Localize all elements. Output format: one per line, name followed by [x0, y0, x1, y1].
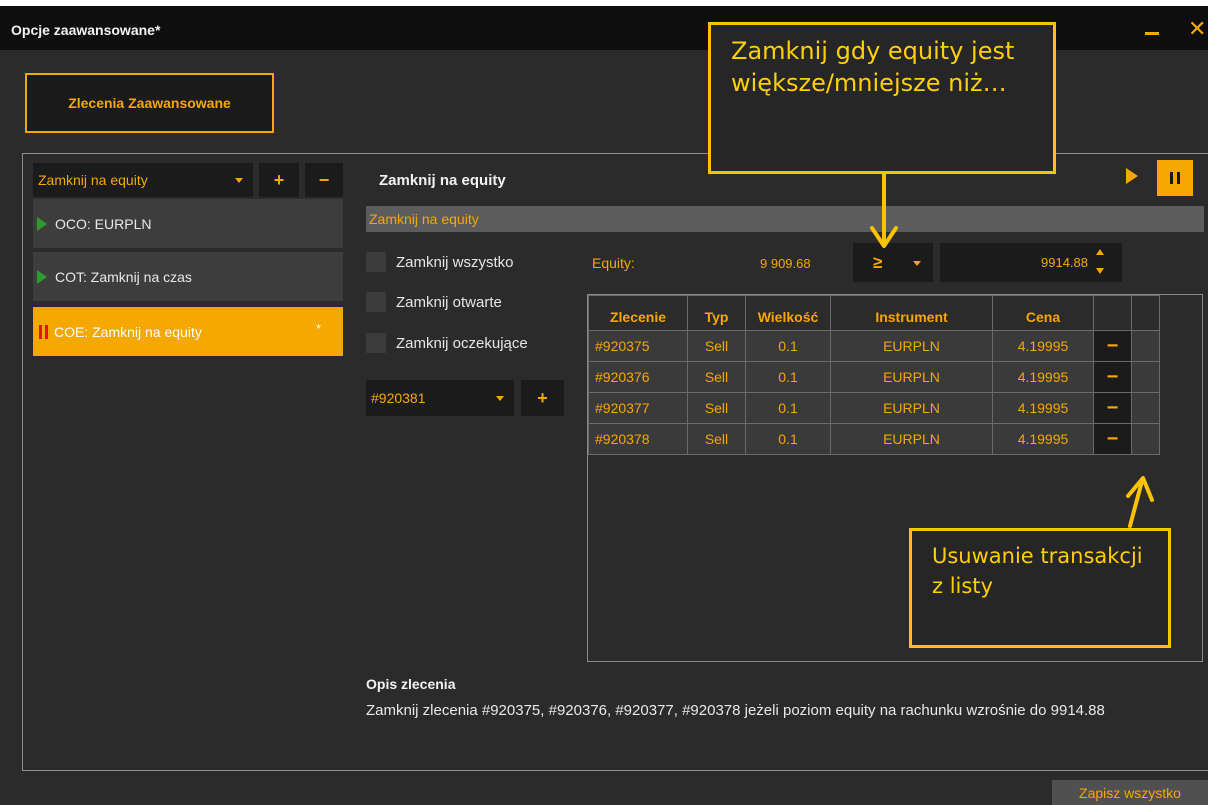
chevron-down-icon: [235, 178, 243, 183]
table-cell-empty: [1131, 392, 1160, 424]
add-order-button[interactable]: +: [259, 163, 299, 197]
description-text: Zamknij zlecenia #920375, #920376, #9203…: [366, 702, 1105, 719]
play-icon: [37, 216, 47, 231]
table-cell: #920378: [588, 423, 688, 455]
chevron-down-icon: [496, 396, 504, 401]
table-cell: 4.19995: [992, 361, 1094, 393]
orders-table: Zlecenie Typ Wielkość Instrument Cena #9…: [588, 295, 1160, 455]
table-cell: 0.1: [745, 330, 831, 362]
table-cell: 4.19995: [992, 423, 1094, 455]
pause-button[interactable]: [1157, 160, 1193, 196]
plus-icon: +: [537, 387, 548, 408]
column-header[interactable]: Zlecenie: [588, 295, 688, 331]
table-cell: Sell: [687, 361, 746, 393]
minimize-icon[interactable]: [1145, 32, 1159, 35]
modified-marker: *: [315, 321, 321, 336]
table-cell: #920376: [588, 361, 688, 393]
table-row[interactable]: #920377 Sell 0.1 EURPLN 4.19995 −: [588, 392, 1160, 424]
checkbox-close-pending[interactable]: Zamknij oczekujące: [366, 333, 528, 353]
table-cell-empty: [1131, 361, 1160, 393]
equity-value: 9 909.68: [760, 256, 811, 271]
table-cell: EURPLN: [830, 423, 993, 455]
order-list-item-label: COT: Zamknij na czas: [55, 268, 192, 285]
table-row[interactable]: #920376 Sell 0.1 EURPLN 4.19995 −: [588, 361, 1160, 393]
table-cell: 4.19995: [992, 392, 1094, 424]
table-cell: 0.1: [745, 423, 831, 455]
spin-up-icon[interactable]: [1096, 249, 1104, 255]
table-cell: Sell: [687, 330, 746, 362]
table-cell: #920377: [588, 392, 688, 424]
table-cell: 4.19995: [992, 330, 1094, 362]
order-list-item-coe[interactable]: COE: Zamknij na equity *: [33, 307, 343, 356]
spin-down-icon[interactable]: [1096, 268, 1104, 274]
table-header-row: Zlecenie Typ Wielkość Instrument Cena: [588, 295, 1160, 331]
plus-icon: +: [273, 169, 285, 190]
play-icon: [37, 269, 47, 284]
order-list-item-oco[interactable]: OCO: EURPLN: [33, 199, 343, 248]
checkbox-box[interactable]: [366, 333, 386, 353]
equity-label: Equity:: [592, 255, 635, 271]
column-header-empty: [1131, 295, 1160, 331]
table-cell: Sell: [687, 392, 746, 424]
checkbox-label: Zamknij oczekujące: [396, 334, 528, 352]
callout-remove-hint: Usuwanie transakcji z listy: [909, 528, 1171, 648]
table-cell: #920375: [588, 330, 688, 362]
order-select-dropdown[interactable]: #920381: [366, 380, 514, 416]
remove-row-button[interactable]: −: [1093, 423, 1132, 455]
table-cell: EURPLN: [830, 330, 993, 362]
table-cell-empty: [1131, 423, 1160, 455]
order-name-field[interactable]: Zamknij na equity: [366, 206, 1204, 232]
table-cell: 0.1: [745, 361, 831, 393]
column-header[interactable]: Wielkość: [745, 295, 831, 331]
checkbox-box[interactable]: [366, 292, 386, 312]
checkbox-box[interactable]: [366, 252, 386, 272]
column-header[interactable]: Typ: [687, 295, 746, 331]
table-row[interactable]: #920378 Sell 0.1 EURPLN 4.19995 −: [588, 423, 1160, 455]
minus-icon: −: [318, 169, 330, 190]
table-cell-empty: [1131, 330, 1160, 362]
save-all-label: Zapisz wszystko: [1079, 784, 1181, 801]
column-header[interactable]: Instrument: [830, 295, 993, 331]
equity-target-input[interactable]: 9914.88: [940, 243, 1122, 282]
order-list-item-label: COE: Zamknij na equity: [54, 323, 202, 340]
remove-row-button[interactable]: −: [1093, 392, 1132, 424]
column-header[interactable]: Cena: [992, 295, 1094, 331]
section-title: Zamknij na equity: [379, 172, 506, 189]
pause-icon: [39, 324, 48, 339]
checkbox-close-all[interactable]: Zamknij wszystko: [366, 252, 514, 272]
window-title: Opcje zaawansowane*: [11, 22, 161, 38]
save-all-button[interactable]: Zapisz wszystko: [1052, 780, 1208, 805]
play-icon[interactable]: [1126, 168, 1138, 184]
tab-advanced-orders-label: Zlecenia Zaawansowane: [68, 95, 231, 111]
order-type-dropdown-value: Zamknij na equity: [38, 172, 148, 188]
chevron-down-icon: [913, 261, 921, 266]
remove-row-button[interactable]: −: [1093, 330, 1132, 362]
table-cell: EURPLN: [830, 361, 993, 393]
table-row[interactable]: #920375 Sell 0.1 EURPLN 4.19995 −: [588, 330, 1160, 362]
column-header-empty: [1093, 295, 1132, 331]
table-cell: 0.1: [745, 392, 831, 424]
order-list-item-label: OCO: EURPLN: [55, 215, 152, 232]
order-type-dropdown[interactable]: Zamknij na equity: [33, 163, 253, 197]
order-name-value: Zamknij na equity: [369, 211, 479, 227]
order-list-item-cot[interactable]: COT: Zamknij na czas: [33, 252, 343, 301]
close-icon[interactable]: ✕: [1188, 18, 1206, 40]
description-title: Opis zlecenia: [366, 676, 456, 692]
remove-row-button[interactable]: −: [1093, 361, 1132, 393]
table-cell: Sell: [687, 423, 746, 455]
remove-order-button[interactable]: −: [305, 163, 343, 197]
checkbox-label: Zamknij wszystko: [396, 253, 514, 271]
tab-advanced-orders[interactable]: Zlecenia Zaawansowane: [25, 73, 274, 133]
equity-target-value: 9914.88: [1041, 255, 1088, 270]
table-cell: EURPLN: [830, 392, 993, 424]
operator-dropdown[interactable]: ≥: [853, 243, 933, 282]
order-select-value: #920381: [371, 390, 426, 406]
callout-operator-hint: Zamknij gdy equity jest większe/mniejsze…: [708, 22, 1056, 174]
checkbox-close-open[interactable]: Zamknij otwarte: [366, 292, 502, 312]
operator-value: ≥: [873, 252, 883, 272]
checkbox-label: Zamknij otwarte: [396, 293, 502, 311]
add-trade-button[interactable]: +: [521, 380, 564, 416]
